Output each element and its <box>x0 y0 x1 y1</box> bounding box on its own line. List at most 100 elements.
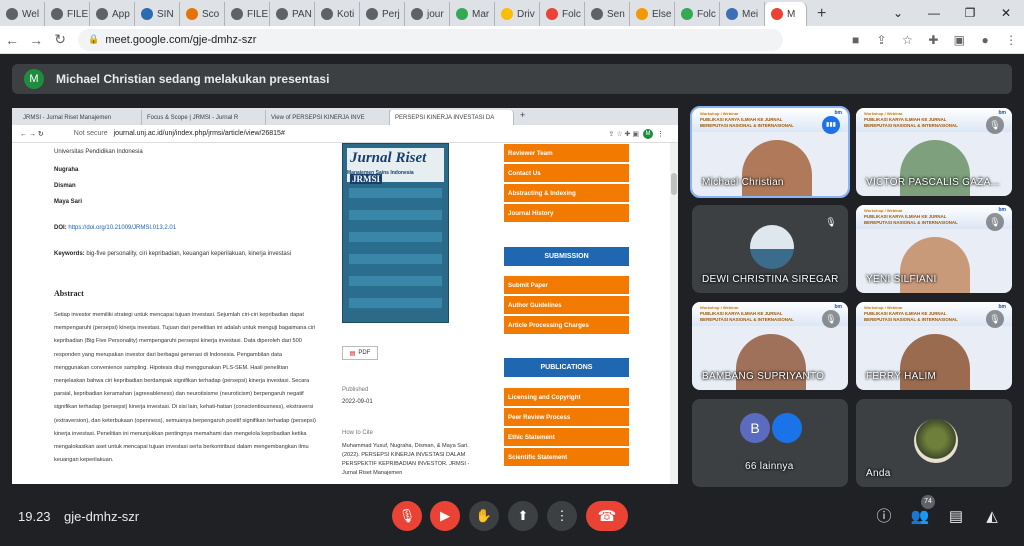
mic-muted-icon: 🎙 <box>986 116 1004 134</box>
participant-tile[interactable]: Workshop / Webinar PUBLIKASI KARYA ILMIAH… <box>690 106 850 198</box>
globe-icon <box>141 8 153 20</box>
browser-tab-label: Folc <box>697 8 716 20</box>
browser-tab-label: FILE <box>67 8 89 20</box>
not-secure-label: Not secure <box>73 130 108 137</box>
forward-icon[interactable]: → <box>24 32 48 48</box>
participant-count-badge: 74 <box>921 495 935 509</box>
browser-tab[interactable]: jour <box>405 2 450 26</box>
cover-subtitle: Manajemen Sains Indonesia <box>347 170 414 176</box>
sidebar-link: Journal History <box>504 204 629 223</box>
browser-tab[interactable]: PAN <box>270 2 315 26</box>
cover-art <box>349 188 442 310</box>
restore-icon[interactable]: ❐ <box>952 0 988 26</box>
leave-call-button[interactable]: ☎ <box>586 501 628 531</box>
tab-search-icon[interactable]: ⌄ <box>880 0 916 26</box>
minimize-icon[interactable]: — <box>916 0 952 26</box>
raise-hand-button[interactable]: ✋ <box>469 501 499 531</box>
browser-tab[interactable]: Else <box>630 2 675 26</box>
info-icon: ⓘ <box>876 508 892 525</box>
shared-screen: JRMSI - Jurnal Riset Manajemen Focus & S… <box>12 108 678 484</box>
sidebar-link: Peer Review Process <box>504 408 629 427</box>
sidebar-link: Ethic Statement <box>504 428 629 447</box>
reload-icon[interactable]: ↻ <box>48 31 72 48</box>
shared-tab: View of PERSEPSI KINERJA INVE <box>266 110 390 125</box>
globe-icon <box>321 8 333 20</box>
browser-tab-label: SIN <box>157 8 174 20</box>
pdf-button: ▤ PDF <box>342 346 378 360</box>
browser-tab[interactable]: Sen <box>585 2 630 26</box>
chat-button[interactable]: ▤ <box>945 506 967 528</box>
presenting-banner: M Michael Christian sedang melakukan pre… <box>12 64 1012 94</box>
sidebar-link: Submit Paper <box>504 276 629 295</box>
more-options-button[interactable]: ⋮ <box>547 501 577 531</box>
keywords: big-five personality, ciri kepribadian, … <box>86 251 292 257</box>
participant-tile[interactable]: Workshop / Webinar PUBLIKASI KARYA ILMIAH… <box>856 302 1012 390</box>
browser-tab[interactable]: SIN <box>135 2 180 26</box>
participant-name: Anda <box>866 468 891 479</box>
shared-address-bar: ← → ↻ Not secure journal.unj.ac.id/unj/i… <box>12 125 678 143</box>
participant-name: BAMBANG SUPRIYANTO <box>702 371 825 382</box>
extensions-icon[interactable]: ✚ <box>920 33 946 47</box>
sidebar-link: Contact Us <box>504 164 629 183</box>
people-button[interactable]: 👥 <box>909 506 931 528</box>
browser-tab[interactable]: Mei <box>720 2 765 26</box>
participant-tile[interactable]: Anda <box>856 399 1012 487</box>
publications-heading: PUBLICATIONS <box>504 358 629 377</box>
profile-avatar[interactable]: ● <box>972 33 998 47</box>
record-icon <box>771 8 783 20</box>
globe-icon <box>366 8 378 20</box>
browser-tab[interactable]: FILE <box>45 2 90 26</box>
camera-off-icon: ▶ <box>440 508 450 523</box>
browser-tab[interactable]: Driv <box>495 2 540 26</box>
browser-tab-label: jour <box>427 8 444 20</box>
browser-tab-label: Mei <box>742 8 759 20</box>
browser-tab[interactable]: Koti <box>315 2 360 26</box>
webinar-line1: Workshop / Webinar <box>864 208 903 213</box>
close-window-icon[interactable]: ✕ <box>988 0 1024 26</box>
journal-cover: Jurnal Riset JRMSI Manajemen Sains Indon… <box>342 143 449 323</box>
camera-off-button[interactable]: ▶ <box>430 501 460 531</box>
meeting-clock: 19.23 <box>18 509 51 524</box>
mic-off-button[interactable]: 🎙 <box>392 501 422 531</box>
browser-tab[interactable]: App <box>90 2 135 26</box>
speaking-indicator-icon: ▮▮▮ <box>822 116 840 134</box>
address-bar[interactable]: 🔒 meet.google.com/gje-dmhz-szr <box>78 28 783 51</box>
browser-tab[interactable]: Sco <box>180 2 225 26</box>
abstract-heading: Abstract <box>54 289 84 298</box>
mic-muted-icon: 🎙 <box>986 213 1004 231</box>
browser-tab[interactable]: M <box>765 2 807 26</box>
camera-icon[interactable]: ■ <box>843 33 869 47</box>
more-vert-icon: ⋮ <box>555 508 569 523</box>
abstract-text: Setiap investor memiliki strategi untuk … <box>54 312 316 464</box>
more-menu-icon[interactable]: ⋮ <box>998 33 1024 47</box>
participant-tile[interactable]: DEWI CHRISTINA SIREGAR 🎙 <box>692 205 848 293</box>
shared-new-tab: + <box>520 110 526 120</box>
shared-tab: JRMSI - Jurnal Riset Manajemen <box>18 110 142 125</box>
browser-tab[interactable]: Perj <box>360 2 405 26</box>
browser-tab-label: Folc <box>562 8 581 20</box>
new-tab-icon[interactable]: + <box>817 2 826 26</box>
browser-tab[interactable]: Folc <box>540 2 585 26</box>
participant-name: Michael Christian <box>702 177 784 188</box>
meeting-details-button[interactable]: ⓘ <box>873 506 895 528</box>
browser-tab[interactable]: Mar <box>450 2 495 26</box>
participant-tile[interactable]: Workshop / Webinar PUBLIKASI KARYA ILMIAH… <box>856 108 1012 196</box>
lock-icon[interactable]: 🔒 <box>88 34 99 45</box>
keywords-label: Keywords: <box>54 251 85 257</box>
back-icon[interactable]: ← <box>0 32 24 48</box>
webinar-line1: Workshop / Webinar <box>864 111 903 116</box>
participant-tile[interactable]: B 66 lainnya <box>692 399 848 487</box>
present-screen-button[interactable]: ⬆ <box>508 501 538 531</box>
share-icon[interactable]: ⇪ <box>869 33 895 47</box>
activities-button[interactable]: ◭ <box>981 506 1003 528</box>
browser-tab-label: M <box>787 8 796 20</box>
bookmark-star-icon[interactable]: ☆ <box>894 33 920 47</box>
participant-tile[interactable]: Workshop / Webinar PUBLIKASI KARYA ILMIAH… <box>692 302 848 390</box>
participant-tile[interactable]: Workshop / Webinar PUBLIKASI KARYA ILMIAH… <box>856 205 1012 293</box>
sidepanel-icon[interactable]: ▣ <box>946 33 972 47</box>
browser-tab-label: App <box>112 8 130 20</box>
browser-tab[interactable]: Folc <box>675 2 720 26</box>
sidebar-link: Scientific Statement <box>504 448 629 467</box>
browser-tab[interactable]: Wel <box>0 2 45 26</box>
browser-tab[interactable]: FILE <box>225 2 270 26</box>
